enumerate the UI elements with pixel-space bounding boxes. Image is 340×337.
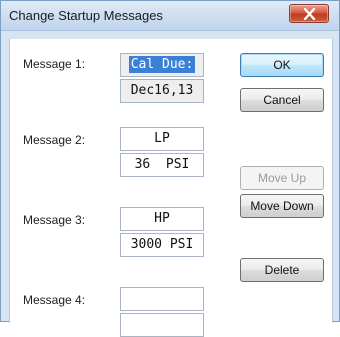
close-icon	[303, 8, 316, 20]
delete-button[interactable]: Delete	[240, 258, 324, 282]
message-1-label: Message 1:	[23, 57, 86, 71]
dialog-window: Change Startup Messages Message 1: Cal D…	[0, 0, 340, 337]
message-1-line-2-field[interactable]: Dec16,13	[120, 79, 204, 103]
title-bar[interactable]: Change Startup Messages	[1, 1, 339, 31]
message-3-label: Message 3:	[23, 213, 86, 227]
message-2-label: Message 2:	[23, 133, 86, 147]
window-title: Change Startup Messages	[9, 8, 163, 23]
cancel-button[interactable]: Cancel	[240, 88, 324, 112]
move-up-button[interactable]: Move Up	[240, 166, 324, 190]
message-4-line-1-field[interactable]	[120, 287, 204, 311]
message-4-line-2-field[interactable]	[120, 313, 204, 337]
message-4-label: Message 4:	[23, 293, 86, 307]
ok-button[interactable]: OK	[240, 53, 324, 77]
message-2-line-2-field[interactable]: 36 PSI	[120, 153, 204, 177]
message-1-line-1-field[interactable]: Cal Due:	[120, 53, 204, 77]
message-2-line-1-field[interactable]: LP	[120, 127, 204, 151]
message-3-line-1-field[interactable]: HP	[120, 207, 204, 231]
move-down-button[interactable]: Move Down	[240, 194, 324, 218]
dialog-body: Message 1: Cal Due: Dec16,13 Message 2: …	[9, 39, 333, 337]
message-3-line-2-field[interactable]: 3000 PSI	[120, 233, 204, 257]
close-button[interactable]	[289, 4, 329, 23]
